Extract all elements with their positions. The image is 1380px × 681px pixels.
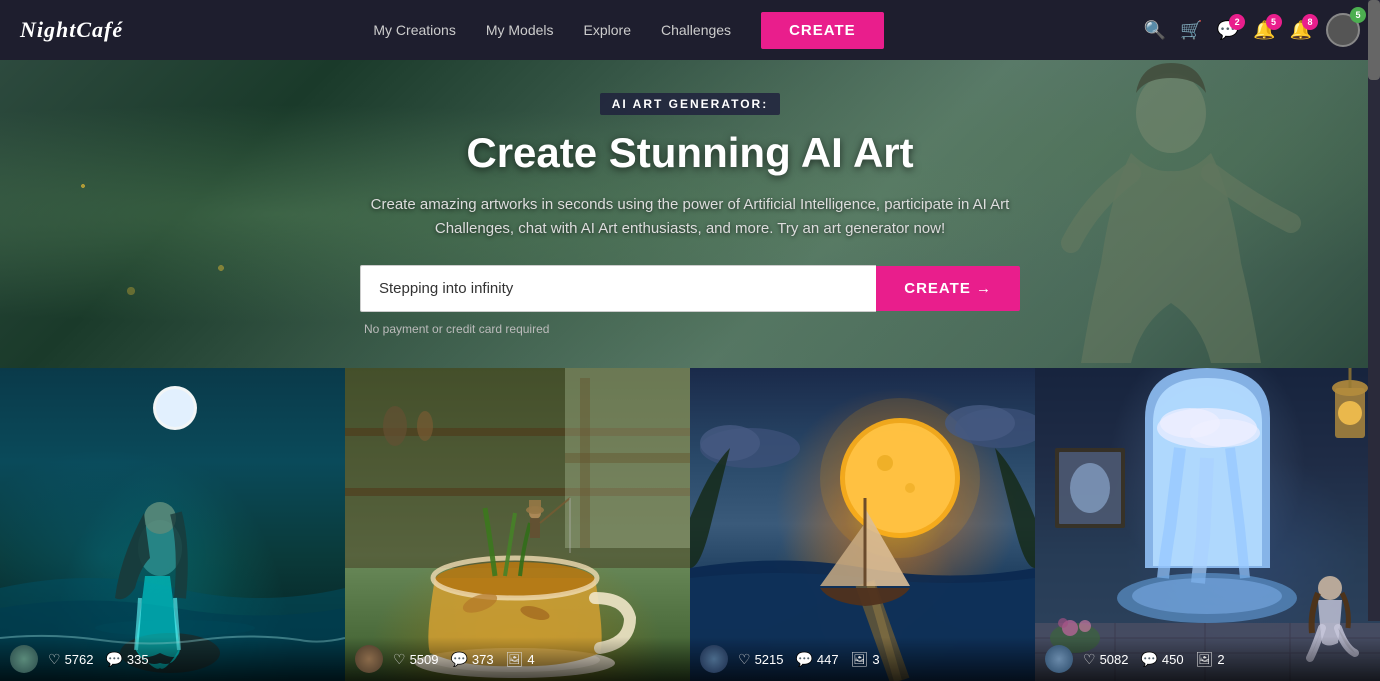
hero-section: AI ART GENERATOR: Create Stunning AI Art…	[0, 60, 1380, 368]
gallery-item-3[interactable]: ♡ 5082 💬 450 🖼 2	[1035, 368, 1380, 681]
navbar-icons: 🔍 🛒 💬 2 🔔 5 🔔 8 5	[1144, 13, 1360, 47]
gallery-stats-2: ♡ 5215 💬 447 🖼 3	[738, 651, 880, 668]
image-icon-2: 🖼	[851, 651, 869, 668]
hero-search-row: CREATE →	[360, 265, 1020, 312]
gallery-footer-2: ♡ 5215 💬 447 🖼 3	[690, 637, 1035, 681]
gallery-likes-0: ♡ 5762	[48, 651, 93, 668]
bell-icon-button[interactable]: 🔔 5	[1253, 20, 1275, 41]
hero-title: Create Stunning AI Art	[360, 129, 1020, 177]
gallery-images-3: 🖼 2	[1196, 651, 1225, 668]
heart-icon-0: ♡	[48, 651, 61, 668]
search-icon: 🔍	[1144, 20, 1166, 40]
gallery-comments-1: 💬 373	[450, 651, 493, 668]
chat-badge: 2	[1229, 14, 1245, 30]
bell-badge: 5	[1266, 14, 1282, 30]
nav-challenges[interactable]: Challenges	[661, 22, 731, 38]
notification2-badge: 8	[1302, 14, 1318, 30]
mermaid-art	[0, 368, 345, 681]
comment-icon-0: 💬	[105, 651, 122, 668]
scrollbar[interactable]	[1368, 0, 1380, 621]
gallery-comments-2: 💬 447	[795, 651, 838, 668]
store-icon-button[interactable]: 🛒	[1180, 20, 1202, 41]
nav-my-creations[interactable]: My Creations	[373, 22, 455, 38]
gallery-comments-0: 💬 335	[105, 651, 148, 668]
scrollbar-thumb[interactable]	[1368, 0, 1380, 80]
nav-my-models[interactable]: My Models	[486, 22, 554, 38]
hero-search-input[interactable]	[360, 265, 876, 312]
search-icon-button[interactable]: 🔍	[1144, 20, 1166, 41]
gallery-stats-3: ♡ 5082 💬 450 🖼 2	[1083, 651, 1225, 668]
gallery-footer-0: ♡ 5762 💬 335	[0, 637, 345, 681]
logo[interactable]: NightCafé	[20, 17, 123, 43]
hero-create-button[interactable]: CREATE →	[876, 266, 1020, 311]
heart-icon-3: ♡	[1083, 651, 1096, 668]
gallery-comments-3: 💬 450	[1140, 651, 1183, 668]
hero-description: Create amazing artworks in seconds using…	[360, 193, 1020, 241]
hero-content: AI ART GENERATOR: Create Stunning AI Art…	[340, 93, 1040, 336]
image-icon-3: 🖼	[1196, 651, 1214, 668]
gallery-likes-2: ♡ 5215	[738, 651, 783, 668]
gallery-avatar-0	[10, 645, 38, 673]
teacup-art	[345, 368, 690, 681]
gallery-item-2[interactable]: ♡ 5215 💬 447 🖼 3	[690, 368, 1035, 681]
gallery-footer-3: ♡ 5082 💬 450 🖼 2	[1035, 637, 1380, 681]
gallery-images-1: 🖼 4	[506, 651, 535, 668]
gallery-likes-3: ♡ 5082	[1083, 651, 1128, 668]
avatar-badge: 5	[1350, 7, 1366, 23]
nav-explore[interactable]: Explore	[584, 22, 631, 38]
chat-icon-button[interactable]: 💬 2	[1217, 20, 1239, 41]
heart-icon-2: ♡	[738, 651, 751, 668]
heart-icon-1: ♡	[393, 651, 406, 668]
gallery-item-1[interactable]: ♡ 5509 💬 373 🖼 4	[345, 368, 690, 681]
comment-icon-1: 💬	[450, 651, 467, 668]
image-icon-1: 🖼	[506, 651, 524, 668]
sailboat-art	[690, 368, 1035, 681]
comment-icon-2: 💬	[795, 651, 812, 668]
gallery-stats-0: ♡ 5762 💬 335	[48, 651, 149, 668]
navbar-create-button[interactable]: CREATE	[761, 12, 884, 49]
avatar-button[interactable]: 5	[1326, 13, 1360, 47]
gallery-images-2: 🖼 3	[851, 651, 880, 668]
hero-note: No payment or credit card required	[360, 322, 1020, 336]
notification2-icon-button[interactable]: 🔔 8	[1290, 20, 1312, 41]
gallery-likes-1: ♡ 5509	[393, 651, 438, 668]
comment-icon-3: 💬	[1140, 651, 1157, 668]
fantasy-room-art	[1035, 368, 1380, 681]
hero-label: AI ART GENERATOR:	[600, 93, 780, 115]
gallery: ♡ 5762 💬 335	[0, 368, 1380, 681]
gallery-item-0[interactable]: ♡ 5762 💬 335	[0, 368, 345, 681]
gallery-avatar-3	[1045, 645, 1073, 673]
store-icon: 🛒	[1180, 20, 1202, 40]
navbar: NightCafé My Creations My Models Explore…	[0, 0, 1380, 60]
gallery-footer-1: ♡ 5509 💬 373 🖼 4	[345, 637, 690, 681]
hero-figure-svg	[1031, 63, 1311, 363]
gallery-avatar-1	[355, 645, 383, 673]
nav-links: My Creations My Models Explore Challenge…	[373, 12, 883, 49]
gallery-avatar-2	[700, 645, 728, 673]
gallery-stats-1: ♡ 5509 💬 373 🖼 4	[393, 651, 535, 668]
